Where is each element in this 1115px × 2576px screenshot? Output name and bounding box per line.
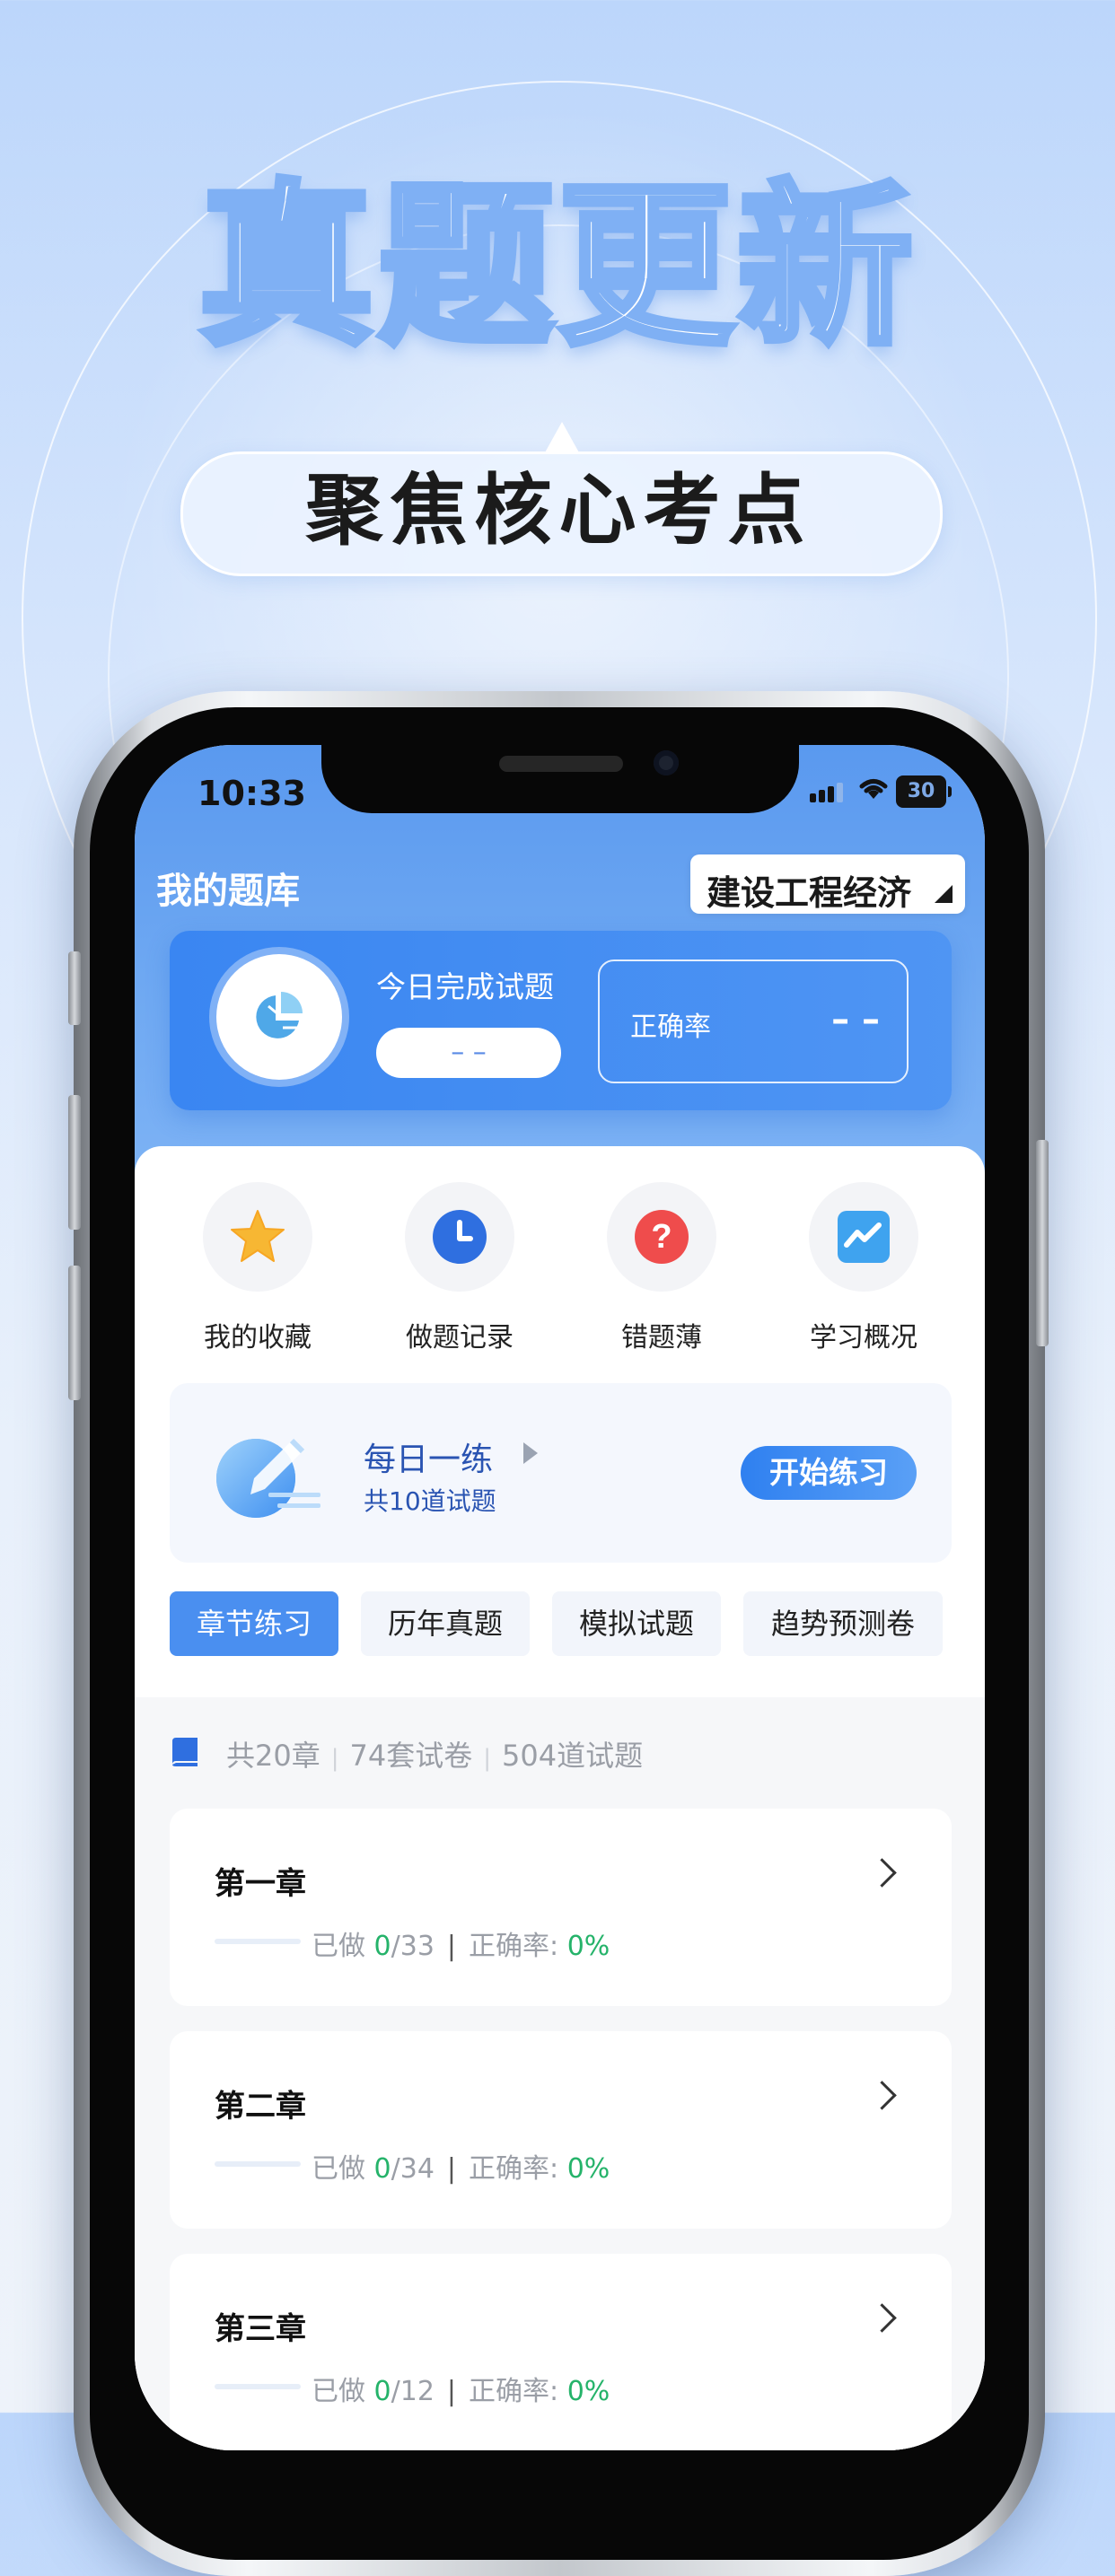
chapter-summary: 共20章 | 74套试卷 | 504道试题 [169,1733,643,1774]
favorites-button[interactable]: 我的收藏 [168,1182,347,1354]
trend-chart-icon [838,1211,890,1263]
chevron-right-icon [867,2081,897,2110]
battery-icon: 30 [896,775,952,808]
phone-notch [321,745,799,813]
question-icon: ? [635,1210,689,1264]
pie-chart-icon [256,992,303,1038]
page-title: 我的题库 [156,871,300,912]
pie-chart-badge [216,954,342,1080]
phone-power-button [1036,1140,1049,1346]
question-count: 504道试题 [502,1739,644,1773]
today-completed-label: 今日完成试题 [376,969,554,1004]
accuracy-box: 正确率 – – [598,959,909,1083]
start-practice-button[interactable]: 开始练习 [741,1446,917,1500]
chapter-progress-bar [215,1939,301,1944]
wrong-answers-button[interactable]: ? 错题薄 [572,1182,751,1354]
hero-subtitle: 聚焦核心考点 [305,466,812,556]
pencil-icon [216,1438,320,1518]
history-button[interactable]: 做题记录 [370,1182,549,1354]
dropdown-caret-icon [935,885,953,903]
status-time: 10:33 [198,774,306,813]
paper-count: 74套试卷 [349,1739,473,1773]
tab-past-exams[interactable]: 历年真题 [361,1591,530,1656]
main-panel: 我的收藏 做题记录 ? 错题薄 学习概况 每日一练 共10道试题 开始练习 章节… [135,1146,985,2450]
daily-practice-card[interactable]: 每日一练 共10道试题 开始练习 [170,1383,952,1563]
wifi-icon [856,772,891,809]
chapter-meta: 已做 0/33 | 正确率: 0% [312,1931,610,1962]
chapter-meta: 已做 0/34 | 正确率: 0% [312,2153,610,2185]
phone-volume-down-button [68,1266,81,1400]
study-overview-label: 学习概况 [810,1322,917,1354]
play-arrow-icon [523,1442,538,1464]
accuracy-value: – – [831,999,880,1040]
chapter-item[interactable]: 第一章 已做 0/33 | 正确率: 0% [170,1809,952,2006]
phone-silent-switch [68,951,81,1025]
chapter-count: 共20章 [226,1739,320,1773]
tab-mock-exams[interactable]: 模拟试题 [552,1591,721,1656]
chapter-title: 第一章 [215,1866,306,1902]
book-icon [172,1738,198,1766]
chapter-progress-bar [215,2161,301,2167]
chapter-item[interactable]: 第二章 已做 0/34 | 正确率: 0% [170,2031,952,2229]
study-overview-button[interactable]: 学习概况 [774,1182,953,1354]
today-stats-card: 今日完成试题 – – 正确率 – – [170,931,952,1110]
today-completed-value: – – [376,1028,561,1078]
chapter-progress-bar [215,2384,301,2389]
phone-volume-up-button [68,1095,81,1230]
svg-text:?: ? [651,1218,672,1256]
tab-chapter-practice[interactable]: 章节练习 [170,1591,338,1656]
daily-practice-title: 每日一练 [364,1441,494,1478]
app-header: 10:33 30 我的题库 建设工程经济 今日完成试题 – – 正确率 – – [135,745,985,1212]
hero-title: 真题更新 [195,165,917,370]
favorites-label: 我的收藏 [204,1322,312,1354]
chapter-item[interactable]: 第三章 已做 0/12 | 正确率: 0% [170,2254,952,2450]
chapter-section: 共20章 | 74套试卷 | 504道试题 第一章 已做 0/33 | 正确率: 0% 第二… [135,1697,985,2450]
history-label: 做题记录 [406,1322,514,1354]
subject-selector[interactable]: 建设工程经济 [690,854,965,914]
clock-icon [433,1210,487,1264]
phone-screen: 10:33 30 我的题库 建设工程经济 今日完成试题 – – 正确率 – – … [135,745,985,2450]
chevron-right-icon [867,1858,897,1888]
chapter-title: 第二章 [215,2089,306,2125]
wrong-answers-label: 错题薄 [621,1322,702,1354]
chevron-right-icon [867,2303,897,2333]
subject-selector-label: 建设工程经济 [707,873,912,913]
chapter-title: 第三章 [215,2311,306,2347]
star-icon [231,1210,285,1262]
accuracy-label: 正确率 [630,1012,711,1043]
daily-practice-subtitle: 共10道试题 [364,1486,496,1516]
chapter-meta: 已做 0/12 | 正确率: 0% [312,2376,610,2407]
tab-trend-prediction[interactable]: 趋势预测卷 [743,1591,943,1656]
